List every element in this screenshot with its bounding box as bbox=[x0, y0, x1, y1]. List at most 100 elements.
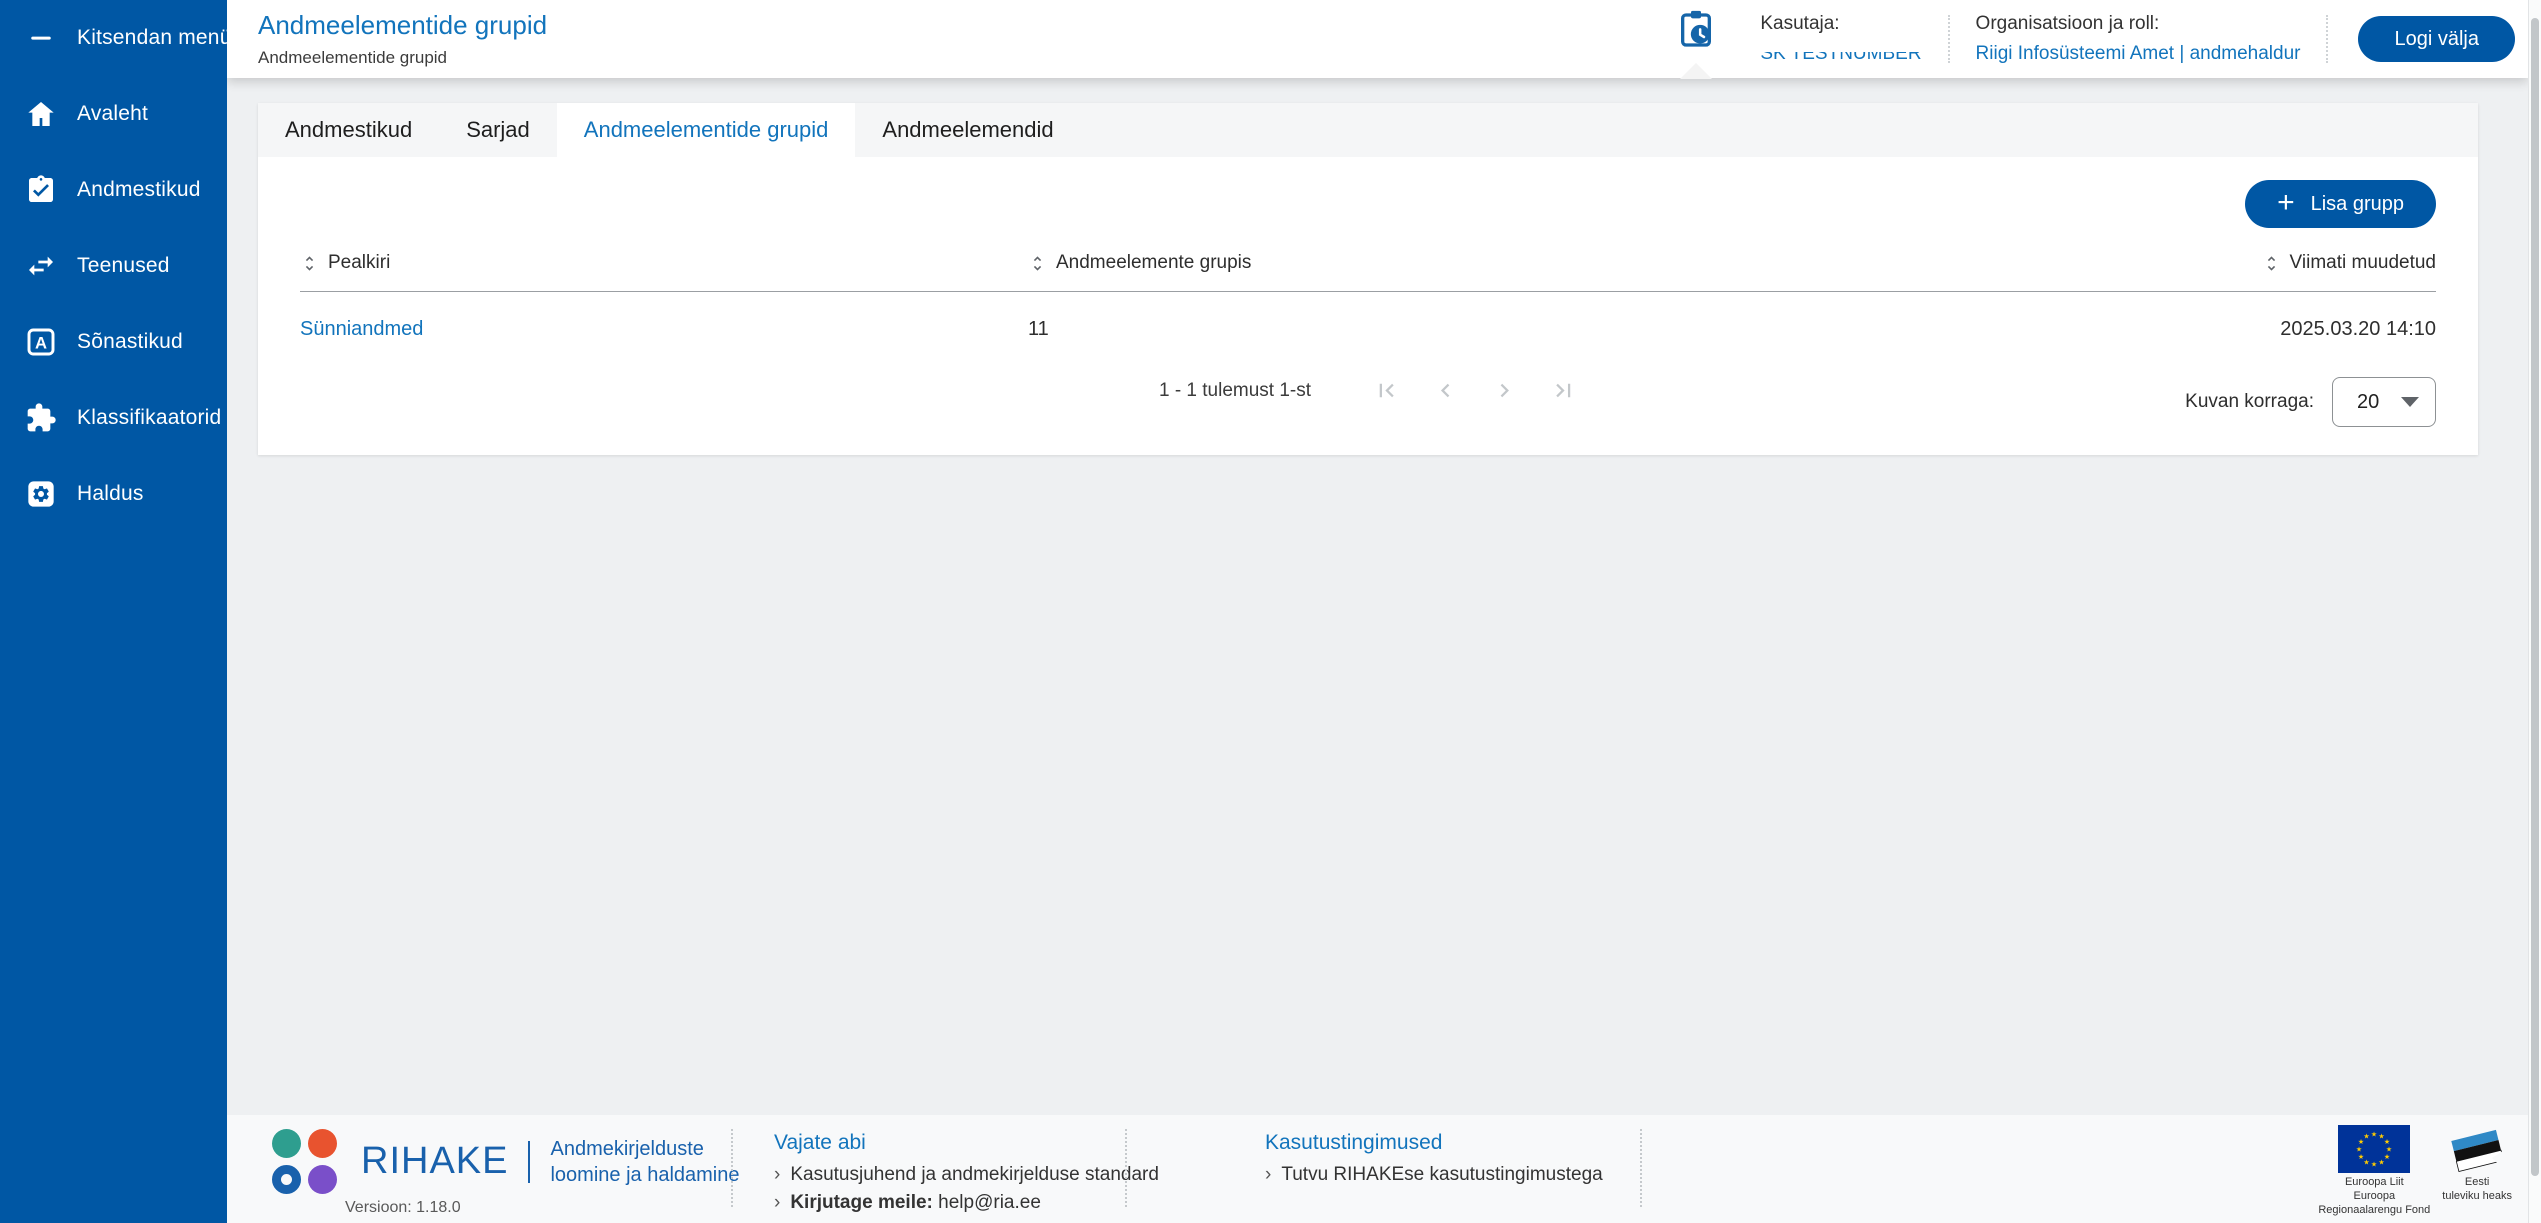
column-header-andmeelemente-grupis[interactable]: Andmeelemente grupis bbox=[1028, 252, 2262, 274]
breadcrumb: Andmeelementide grupid bbox=[258, 48, 547, 68]
tab-sarjad[interactable]: Sarjad bbox=[439, 103, 557, 157]
terms-heading[interactable]: Kasutustingimused bbox=[1265, 1131, 1603, 1155]
eu-flag-logo: ★★★ ★★★ ★★★ ★★★ Euroopa Liit Euroopa Reg… bbox=[2318, 1125, 2430, 1217]
sidebar-item-haldus[interactable]: Haldus bbox=[0, 456, 227, 532]
help-heading[interactable]: Vajate abi bbox=[774, 1131, 1159, 1155]
sidebar-item-label: Avaleht bbox=[77, 102, 148, 126]
swap-arrows-icon bbox=[23, 248, 59, 284]
help-link-manual[interactable]: ›Kasutusjuhend ja andmekirjelduse standa… bbox=[774, 1164, 1159, 1186]
add-group-button[interactable]: + Lisa grupp bbox=[2245, 180, 2436, 228]
page-size-select[interactable]: 20 bbox=[2332, 377, 2436, 427]
clipboard-clock-icon bbox=[1676, 7, 1716, 53]
footer-divider bbox=[1640, 1129, 1642, 1207]
sort-icon bbox=[2262, 254, 2281, 273]
home-icon bbox=[23, 96, 59, 132]
svg-text:★: ★ bbox=[2371, 1131, 2377, 1139]
tab-andmestikud[interactable]: Andmestikud bbox=[258, 103, 439, 157]
content-card: Andmestikud Sarjad Andmeelementide grupi… bbox=[258, 103, 2478, 455]
scrollbar-thumb[interactable] bbox=[2531, 18, 2539, 1176]
clipboard-clock-button[interactable] bbox=[1674, 7, 1718, 71]
sidebar-collapse-menu[interactable]: Kitsendan menüü bbox=[0, 0, 227, 76]
help-column: Vajate abi ›Kasutusjuhend ja andmekirjel… bbox=[774, 1131, 1159, 1214]
sidebar-item-teenused[interactable]: Teenused bbox=[0, 228, 227, 304]
page-header: Andmeelementide grupid Andmeelementide g… bbox=[227, 0, 2528, 78]
page-size-label: Kuvan korraga: bbox=[2185, 391, 2314, 413]
vertical-scrollbar[interactable] bbox=[2528, 0, 2541, 1223]
next-page-button[interactable] bbox=[1491, 377, 1518, 404]
sidebar-item-label: Haldus bbox=[77, 482, 144, 506]
brand-separator bbox=[528, 1141, 530, 1183]
estonia-flag-logo: Eesti tuleviku heaks bbox=[2442, 1125, 2512, 1204]
chevron-right-small-icon: › bbox=[774, 1192, 780, 1213]
svg-text:★: ★ bbox=[2358, 1153, 2364, 1161]
group-link[interactable]: Sünniandmed bbox=[300, 318, 1028, 341]
chevron-right-icon bbox=[1491, 377, 1518, 404]
first-page-button[interactable] bbox=[1373, 377, 1400, 404]
logo-dot-orange bbox=[308, 1129, 337, 1158]
rihake-dots-logo bbox=[272, 1129, 337, 1194]
sidebar-item-klassifikaatorid[interactable]: Klassifikaatorid bbox=[0, 380, 227, 456]
svg-text:★: ★ bbox=[2379, 1159, 2385, 1167]
column-header-pealkiri[interactable]: Pealkiri bbox=[300, 252, 1028, 274]
funding-logos: ★★★ ★★★ ★★★ ★★★ Euroopa Liit Euroopa Reg… bbox=[2318, 1125, 2512, 1217]
logo-dot-ring bbox=[272, 1165, 301, 1194]
rihake-wordmark: RIHAKE bbox=[361, 1140, 508, 1183]
sidebar: Kitsendan menüü Avaleht Andmestikud Teen… bbox=[0, 0, 227, 1223]
header-divider bbox=[2326, 15, 2328, 63]
page-size-control: Kuvan korraga: 20 bbox=[2185, 377, 2436, 427]
gear-icon bbox=[23, 476, 59, 512]
tab-andmeelementide-grupid[interactable]: Andmeelementide grupid bbox=[557, 103, 856, 157]
table-row: Sünniandmed 11 2025.03.20 14:10 bbox=[300, 292, 2436, 341]
svg-text:★: ★ bbox=[2384, 1153, 2390, 1161]
column-label: Pealkiri bbox=[328, 252, 390, 274]
estonia-flag-icon bbox=[2448, 1125, 2506, 1173]
help-link-contact[interactable]: ›Kirjutage meile: help@ria.ee bbox=[774, 1192, 1159, 1214]
header-titles: Andmeelementide grupid Andmeelementide g… bbox=[258, 10, 547, 68]
last-page-button[interactable] bbox=[1550, 377, 1577, 404]
sidebar-item-sonastikud[interactable]: A Sõnastikud bbox=[0, 304, 227, 380]
app-root: Kitsendan menüü Avaleht Andmestikud Teen… bbox=[0, 0, 2541, 1223]
main-area: Andmeelementide grupid Andmeelementide g… bbox=[227, 0, 2528, 1223]
sidebar-item-label: Andmestikud bbox=[77, 178, 201, 202]
sidebar-collapse-label: Kitsendan menüü bbox=[77, 26, 243, 50]
org-label: Organisatsioon ja roll: bbox=[1976, 13, 2301, 35]
sidebar-item-avaleht[interactable]: Avaleht bbox=[0, 76, 227, 152]
sidebar-item-label: Klassifikaatorid bbox=[77, 406, 221, 430]
chevron-left-icon bbox=[1432, 377, 1459, 404]
previous-page-button[interactable] bbox=[1432, 377, 1459, 404]
chevron-right-small-icon: › bbox=[774, 1164, 780, 1185]
terms-column: Kasutustingimused ›Tutvu RIHAKEse kasutu… bbox=[1265, 1131, 1603, 1186]
version-label: Versioon: 1.18.0 bbox=[345, 1199, 461, 1217]
logout-button[interactable]: Logi välja bbox=[2358, 16, 2515, 62]
pagination-row: 1 - 1 tulemust 1-st Kuvan korraga: bbox=[300, 377, 2436, 429]
brand-tagline: Andmekirjelduste loomine ja haldamine bbox=[550, 1136, 739, 1188]
first-page-icon bbox=[1373, 377, 1400, 404]
sort-icon bbox=[300, 254, 319, 273]
card-body: + Lisa grupp Pealkiri Andmeelemente grup… bbox=[258, 180, 2478, 429]
estonia-logo-caption: Eesti tuleviku heaks bbox=[2442, 1176, 2512, 1204]
table-header-row: Pealkiri Andmeelemente grupis Viimati mu… bbox=[300, 252, 2436, 292]
logo-dot-purple bbox=[308, 1165, 337, 1194]
header-divider bbox=[1948, 15, 1950, 63]
last-modified: 2025.03.20 14:10 bbox=[2280, 318, 2436, 341]
svg-text:★: ★ bbox=[2384, 1138, 2390, 1146]
eu-flag-icon: ★★★ ★★★ ★★★ ★★★ bbox=[2338, 1125, 2410, 1173]
terms-link[interactable]: ›Tutvu RIHAKEse kasutustingimustega bbox=[1265, 1164, 1603, 1186]
org-block: Organisatsioon ja roll: Riigi Infosüstee… bbox=[1976, 13, 2301, 65]
column-header-viimati-muudetud[interactable]: Viimati muudetud bbox=[2262, 252, 2436, 274]
add-group-label: Lisa grupp bbox=[2311, 193, 2404, 216]
svg-text:★: ★ bbox=[2364, 1159, 2370, 1167]
contact-email: help@ria.ee bbox=[938, 1192, 1041, 1213]
tab-bar: Andmestikud Sarjad Andmeelementide grupi… bbox=[258, 103, 2478, 157]
footer-divider bbox=[1125, 1129, 1127, 1207]
chevron-down-icon bbox=[2401, 397, 2419, 407]
user-name-link[interactable]: SK TESTNUMBER bbox=[1760, 43, 1921, 65]
logo-dot-teal bbox=[272, 1129, 301, 1158]
svg-text:★: ★ bbox=[2371, 1161, 2377, 1169]
chevron-right-small-icon: › bbox=[1265, 1164, 1271, 1185]
sidebar-item-andmestikud[interactable]: Andmestikud bbox=[0, 152, 227, 228]
clipboard-check-icon bbox=[23, 172, 59, 208]
org-role-link[interactable]: Riigi Infosüsteemi Amet | andmehaldur bbox=[1976, 43, 2301, 65]
tab-andmeelemendid[interactable]: Andmeelemendid bbox=[855, 103, 1080, 157]
letter-a-icon: A bbox=[23, 324, 59, 360]
